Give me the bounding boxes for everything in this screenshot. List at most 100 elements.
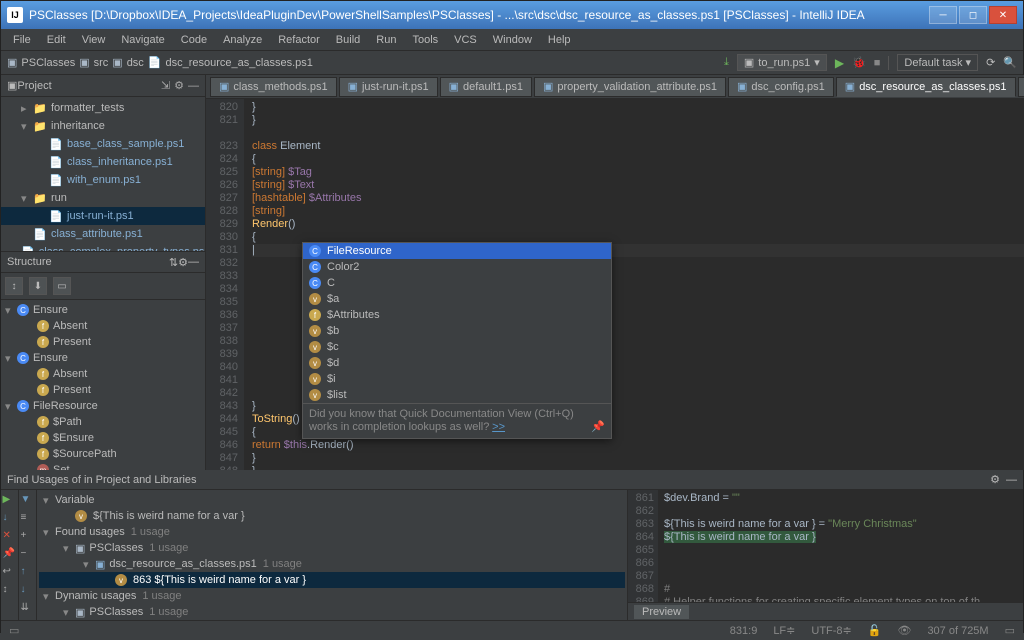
find-usages-header[interactable]: Find Usages of in Project and Libraries … (1, 470, 1023, 490)
editor-tab[interactable]: ▣class_methods.ps1 (210, 77, 337, 97)
next-icon[interactable]: ↓ (21, 584, 35, 598)
hide-icon[interactable]: — (188, 80, 199, 92)
stop-button[interactable]: ■ (874, 57, 881, 69)
breadcrumb[interactable]: ▣PSClasses ▣src ▣dsc 📄dsc_resource_as_cl… (7, 56, 313, 69)
update-icon[interactable]: ⟳ (986, 56, 995, 69)
prev-icon[interactable]: ↑ (21, 566, 35, 580)
menu-help[interactable]: Help (542, 32, 577, 48)
find-usages-tree[interactable]: ▾Variablev${This is weird name for a var… (37, 490, 627, 620)
default-task-selector[interactable]: Default task ▾ (897, 54, 978, 71)
sort-icon[interactable]: ⇅ (169, 256, 178, 269)
menu-navigate[interactable]: Navigate (115, 32, 170, 48)
find-row[interactable]: ▾▣PSClasses1 usage (39, 540, 625, 556)
gear-icon[interactable]: ⚙ (174, 79, 184, 92)
menu-code[interactable]: Code (175, 32, 213, 48)
encoding[interactable]: UTF-8≑ (811, 624, 851, 637)
tree-row[interactable]: ▾📁inheritance (1, 117, 205, 135)
tree-row[interactable]: 📄class_complex_property_types.ps1 (1, 243, 205, 251)
lock-icon[interactable]: 🔓 (868, 624, 882, 637)
maximize-button[interactable]: ◻ (959, 6, 987, 24)
preview-source[interactable]: $dev.Brand = "" ${This is weird name for… (658, 490, 1023, 602)
struct-btn[interactable]: ⬇ (29, 277, 47, 295)
menu-window[interactable]: Window (487, 32, 538, 48)
project-tool-header[interactable]: ▣ Project ⇲ ⚙ — (1, 75, 205, 97)
tree-row[interactable]: 📄just-run-it.ps1 (1, 207, 205, 225)
expand-icon[interactable]: ↕ (3, 584, 17, 598)
debug-button[interactable]: 🐞 (852, 56, 866, 69)
trash-icon[interactable]: ▭ (1005, 624, 1015, 637)
build-icon[interactable]: ⤓ (724, 56, 729, 69)
structure-row[interactable]: f$Ensure (5, 430, 205, 446)
completion-item[interactable]: v$c (303, 339, 611, 355)
menu-vcs[interactable]: VCS (448, 32, 483, 48)
search-icon[interactable]: 🔍 (1003, 56, 1017, 69)
structure-row[interactable]: ▾CEnsure (5, 350, 205, 366)
filter-icon[interactable]: ▼ (21, 494, 35, 508)
editor-code[interactable]: } } class Element { [string] $Tag [strin… (244, 99, 1024, 470)
menu-run[interactable]: Run (370, 32, 402, 48)
tree-row[interactable]: ▾📁run (1, 189, 205, 207)
completion-item[interactable]: v$a (303, 291, 611, 307)
minimize-button[interactable]: ─ (929, 6, 957, 24)
hide-icon[interactable]: — (188, 256, 199, 268)
editor-tab[interactable]: ▣property_validation_attribute.ps1 (534, 77, 726, 97)
project-tree[interactable]: ▸📁formatter_tests▾📁inheritance📄base_clas… (1, 97, 205, 251)
completion-item[interactable]: v$list (303, 387, 611, 403)
menu-edit[interactable]: Edit (41, 32, 72, 48)
collapse-all-icon[interactable]: − (21, 548, 35, 562)
hide-icon[interactable]: — (1006, 474, 1017, 486)
completion-item[interactable]: v$d (303, 355, 611, 371)
completion-popup[interactable]: CFileResourceCColor2CCv$af$Attributesv$b… (302, 242, 612, 439)
group-icon[interactable]: ≡ (21, 512, 35, 526)
structure-tool-header[interactable]: Structure ⇅ ⚙ — (1, 251, 205, 273)
menu-build[interactable]: Build (330, 32, 366, 48)
pin-icon[interactable]: 📌 (3, 548, 17, 562)
menu-refactor[interactable]: Refactor (272, 32, 326, 48)
preview-tab[interactable]: Preview (634, 605, 689, 619)
find-row[interactable]: ▾Found usages1 usage (39, 524, 625, 540)
struct-btn[interactable]: ▭ (53, 277, 71, 295)
structure-row[interactable]: ▾CEnsure (5, 302, 205, 318)
find-row[interactable]: ▾Variable (39, 492, 625, 508)
find-row[interactable]: v863 ${This is weird name for a var } (39, 572, 625, 588)
completion-item[interactable]: f$Attributes (303, 307, 611, 323)
status-left-icon[interactable]: ▭ (9, 624, 19, 637)
line-separator[interactable]: LF≑ (773, 624, 795, 637)
tip-link[interactable]: >> (492, 421, 505, 433)
tree-row[interactable]: 📄class_inheritance.ps1 (1, 153, 205, 171)
menu-file[interactable]: File (7, 32, 37, 48)
close-button[interactable]: ✕ (989, 6, 1017, 24)
down-icon[interactable]: ↓ (3, 512, 17, 526)
structure-row[interactable]: fAbsent (5, 318, 205, 334)
inspections-icon[interactable]: 👁 (897, 624, 911, 637)
find-row[interactable]: ▾Dynamic usages1 usage (39, 588, 625, 604)
structure-row[interactable]: fAbsent (5, 366, 205, 382)
run-config-selector[interactable]: ▣ to_run.ps1 ▾ (737, 54, 827, 71)
completion-item[interactable]: CFileResource (303, 243, 611, 259)
history-icon[interactable]: ↩ (3, 566, 17, 580)
menu-view[interactable]: View (76, 32, 112, 48)
gear-icon[interactable]: ⚙ (990, 473, 1000, 486)
menu-analyze[interactable]: Analyze (217, 32, 268, 48)
expand-all-icon[interactable]: + (21, 530, 35, 544)
caret-position[interactable]: 831:9 (730, 625, 758, 637)
find-row[interactable]: ▾▣dsc_resource_as_classes.ps11 usage (39, 556, 625, 572)
editor-tab[interactable]: ▣default1.ps1 (440, 77, 532, 97)
editor-tabs[interactable]: ▣class_methods.ps1▣just-run-it.ps1▣defau… (206, 75, 1024, 99)
collapse-icon[interactable]: ⇲ (161, 79, 170, 92)
structure-tree[interactable]: ▾CEnsurefAbsentfPresent▾CEnsurefAbsentfP… (1, 300, 205, 470)
struct-btn[interactable]: ↕ (5, 277, 23, 295)
menu-tools[interactable]: Tools (406, 32, 444, 48)
structure-row[interactable]: mSet (5, 462, 205, 470)
tree-row[interactable]: 📄with_enum.ps1 (1, 171, 205, 189)
structure-row[interactable]: fPresent (5, 382, 205, 398)
close-icon[interactable]: ✕ (3, 530, 17, 544)
gear-icon[interactable]: ⚙ (178, 256, 188, 269)
structure-row[interactable]: ▾CFileResource (5, 398, 205, 414)
memory-indicator[interactable]: 307 of 725M (927, 625, 988, 637)
structure-row[interactable]: f$SourcePath (5, 446, 205, 462)
completion-item[interactable]: v$b (303, 323, 611, 339)
tree-row[interactable]: ▸📁formatter_tests (1, 99, 205, 117)
structure-row[interactable]: fPresent (5, 334, 205, 350)
find-row[interactable]: ▾▣PSClasses1 usage (39, 604, 625, 620)
